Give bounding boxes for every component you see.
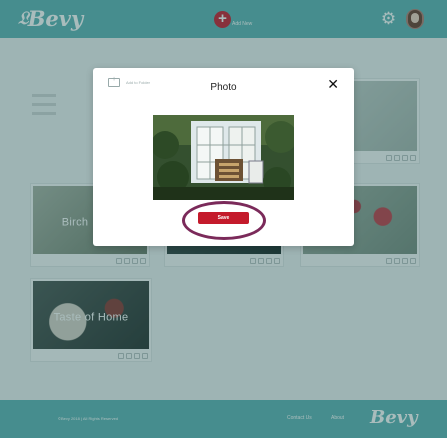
photo-preview-image [153,115,294,200]
modal-title: Photo [210,82,237,93]
photo-preview [153,115,294,200]
photo-modal: Add to Folder Photo ✕ Save [93,68,354,246]
save-button[interactable]: Save [198,212,249,224]
close-icon[interactable]: ✕ [327,77,339,91]
